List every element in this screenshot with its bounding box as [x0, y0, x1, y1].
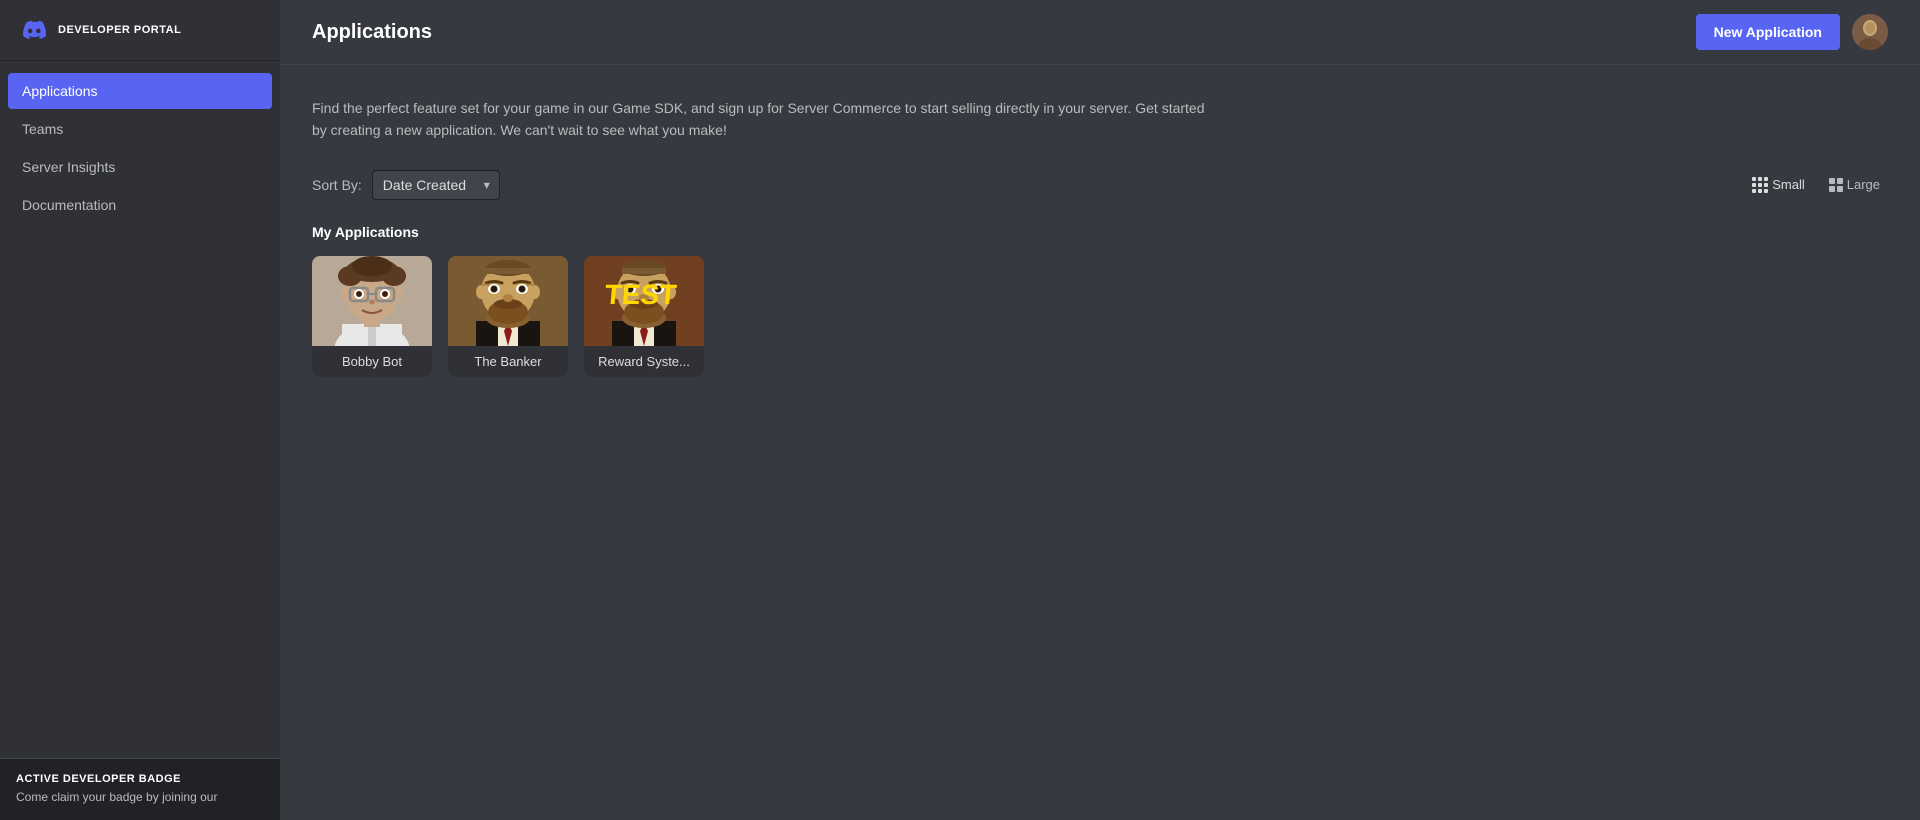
sort-bar: Sort By: Date Created Name Last Modified	[312, 170, 1888, 200]
sidebar-item-teams[interactable]: Teams	[8, 111, 272, 147]
sidebar-nav: Applications Teams Server Insights Docum…	[0, 61, 280, 820]
svg-text:TEST: TEST	[604, 279, 678, 310]
app-card-reward-system[interactable]: TEST Reward Syste...	[584, 256, 704, 377]
grid-small-icon	[1752, 177, 1768, 193]
apps-grid: Bobby Bot	[312, 256, 1888, 377]
my-applications-section: My Applications	[312, 224, 1888, 377]
view-small-label: Small	[1772, 177, 1805, 192]
page-description: Find the perfect feature set for your ga…	[312, 97, 1212, 142]
logo-text: DEVELOPER PORTAL	[58, 24, 181, 36]
sidebar-item-applications[interactable]: Applications	[8, 73, 272, 109]
sidebar: DEVELOPER PORTAL Applications Teams Serv…	[0, 0, 280, 820]
main-content: Applications New Application Find the pe…	[280, 0, 1920, 820]
discord-logo-icon	[20, 16, 48, 44]
sidebar-item-server-insights[interactable]: Server Insights	[8, 149, 272, 185]
badge-desc: Come claim your badge by joining our	[16, 789, 264, 806]
app-card-image-reward-system: TEST	[584, 256, 704, 346]
app-card-label-bobby-bot: Bobby Bot	[312, 346, 432, 377]
topbar-right: New Application	[1696, 14, 1888, 50]
sidebar-item-documentation[interactable]: Documentation	[8, 187, 272, 223]
sort-by-label: Sort By:	[312, 177, 362, 193]
logo-area: DEVELOPER PORTAL	[0, 0, 280, 61]
app-card-bobby-bot[interactable]: Bobby Bot	[312, 256, 432, 377]
grid-large-icon	[1829, 178, 1843, 192]
avatar-image	[1852, 14, 1888, 50]
view-small-button[interactable]: Small	[1744, 173, 1813, 197]
bobby-bot-image	[312, 256, 432, 346]
topbar: Applications New Application	[280, 0, 1920, 65]
content-area: Find the perfect feature set for your ga…	[280, 65, 1920, 820]
sort-select-wrapper: Date Created Name Last Modified	[372, 170, 500, 200]
page-title: Applications	[312, 21, 432, 44]
app-card-image-the-banker	[448, 256, 568, 346]
sort-left: Sort By: Date Created Name Last Modified	[312, 170, 500, 200]
sort-select[interactable]: Date Created Name Last Modified	[372, 170, 500, 200]
banker-image	[448, 256, 568, 346]
badge-title: ACTIVE DEVELOPER BADGE	[16, 773, 264, 785]
app-card-label-reward-system: Reward Syste...	[584, 346, 704, 377]
reward-system-image: TEST	[584, 256, 704, 346]
view-large-button[interactable]: Large	[1821, 173, 1888, 196]
app-card-image-bobby-bot	[312, 256, 432, 346]
section-title: My Applications	[312, 224, 1888, 240]
new-application-button[interactable]: New Application	[1696, 14, 1840, 50]
view-toggle: Small Large	[1744, 173, 1888, 197]
avatar[interactable]	[1852, 14, 1888, 50]
app-card-label-the-banker: The Banker	[448, 346, 568, 377]
view-large-label: Large	[1847, 177, 1880, 192]
app-card-the-banker[interactable]: The Banker	[448, 256, 568, 377]
developer-badge-banner: ACTIVE DEVELOPER BADGE Come claim your b…	[0, 758, 280, 820]
